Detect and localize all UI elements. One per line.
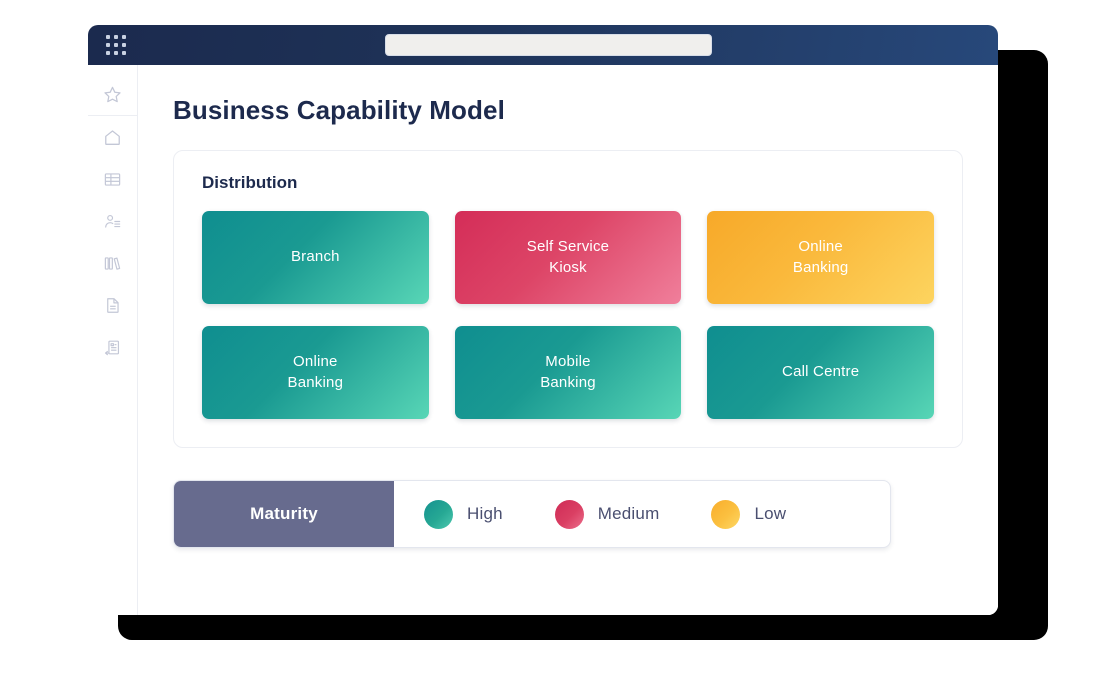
distribution-card: Distribution Branch Self Service Kiosk O… [173, 150, 963, 448]
sidebar-item-library[interactable] [88, 242, 137, 284]
sidebar-item-tables[interactable] [88, 158, 137, 200]
capability-tile[interactable]: Online Banking [202, 326, 429, 419]
sidebar-item-contacts[interactable] [88, 200, 137, 242]
capability-tile[interactable]: Self Service Kiosk [454, 211, 682, 304]
document-import-icon [103, 338, 122, 357]
legend-item-medium[interactable]: Medium [554, 499, 660, 529]
sidebar-rail [88, 65, 138, 615]
document-icon [103, 296, 122, 315]
browser-titlebar [88, 25, 998, 65]
legend-swatch-high-icon [424, 499, 453, 529]
legend-label-high: High [467, 504, 503, 523]
legend-label-low: Low [754, 504, 787, 523]
legend-label-medium: Medium [597, 504, 660, 523]
capability-tile-grid: Branch Self Service Kiosk Online Banking… [202, 211, 934, 419]
table-icon [103, 170, 122, 189]
window-body: Business Capability Model Distribution B… [88, 65, 998, 615]
browser-window: Business Capability Model Distribution B… [88, 25, 998, 615]
capability-tile[interactable]: Branch [202, 211, 429, 304]
legend-swatch-low-icon [711, 499, 741, 529]
sidebar-item-documents[interactable] [88, 284, 137, 326]
sidebar-item-imports[interactable] [88, 326, 137, 368]
books-icon [103, 254, 122, 273]
legend-item-low[interactable]: Low [711, 499, 787, 529]
app-grid-icon[interactable] [105, 34, 127, 56]
home-icon [103, 128, 122, 147]
main-content: Business Capability Model Distribution B… [138, 65, 998, 615]
star-icon [103, 85, 122, 104]
sidebar-item-favorites[interactable] [88, 73, 137, 115]
page-title: Business Capability Model [173, 95, 505, 125]
legend-swatch-medium-icon [554, 499, 584, 529]
capability-tile[interactable]: Mobile Banking [454, 326, 682, 419]
legend-item-high[interactable]: High [424, 499, 503, 529]
capability-tile[interactable]: Call Centre [707, 326, 934, 419]
contacts-icon [103, 212, 122, 231]
legend-title: Maturity [174, 481, 394, 547]
capability-tile[interactable]: Online Banking [707, 211, 934, 304]
sidebar-item-home[interactable] [88, 116, 137, 158]
maturity-legend: Maturity High Medium Low [173, 480, 891, 548]
card-title: Distribution [202, 173, 298, 192]
screenshot-stage: Business Capability Model Distribution B… [0, 0, 1096, 676]
legend-items: High Medium Low [394, 481, 890, 547]
address-bar-input[interactable] [385, 34, 712, 56]
